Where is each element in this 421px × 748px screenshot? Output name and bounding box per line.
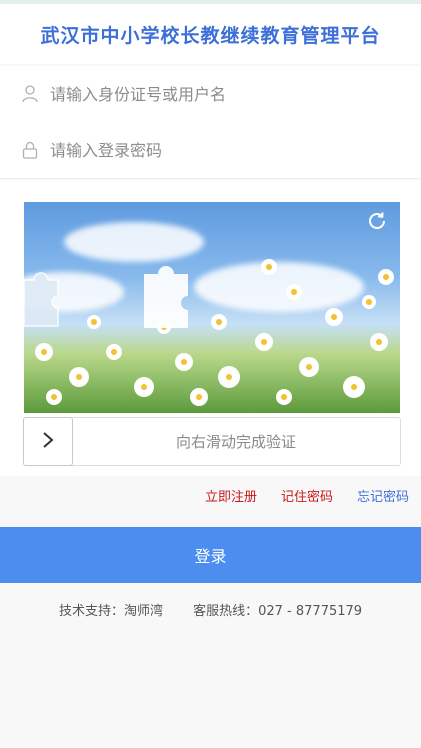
captcha-panel: 向右滑动完成验证 xyxy=(0,180,421,476)
refresh-icon[interactable] xyxy=(366,210,388,232)
puzzle-hole xyxy=(144,266,188,328)
remember-password-link[interactable]: 记住密码 xyxy=(281,486,333,505)
slider-handle[interactable] xyxy=(23,417,73,466)
username-input[interactable] xyxy=(48,83,392,105)
page-title: 武汉市中小学校长教继续教育管理平台 xyxy=(40,24,381,47)
tech-support-text: 技术支持：淘师湾 xyxy=(58,604,163,619)
forgot-password-link[interactable]: 忘记密码 xyxy=(357,486,409,505)
hotline-text: 客服热线：027 - 87775179 xyxy=(193,604,363,619)
password-input[interactable] xyxy=(48,139,392,161)
puzzle-piece xyxy=(24,272,59,327)
slider-hint: 向右滑动完成验证 xyxy=(175,433,296,451)
login-button[interactable]: 登录 xyxy=(0,527,421,583)
captcha-image xyxy=(24,202,400,413)
user-icon xyxy=(20,84,40,104)
footer: 技术支持：淘师湾 客服热线：027 - 87775179 xyxy=(0,600,421,619)
form-links: 立即注册 记住密码 忘记密码 xyxy=(205,486,409,505)
chevron-right-icon xyxy=(41,431,55,453)
lock-icon xyxy=(20,140,40,160)
password-field[interactable] xyxy=(0,122,421,179)
daisy-field xyxy=(35,259,394,406)
header: 武汉市中小学校长教继续教育管理平台 xyxy=(0,4,421,64)
captcha-slider[interactable]: 向右滑动完成验证 xyxy=(23,417,401,466)
register-link[interactable]: 立即注册 xyxy=(205,486,257,505)
username-field[interactable] xyxy=(0,66,421,123)
